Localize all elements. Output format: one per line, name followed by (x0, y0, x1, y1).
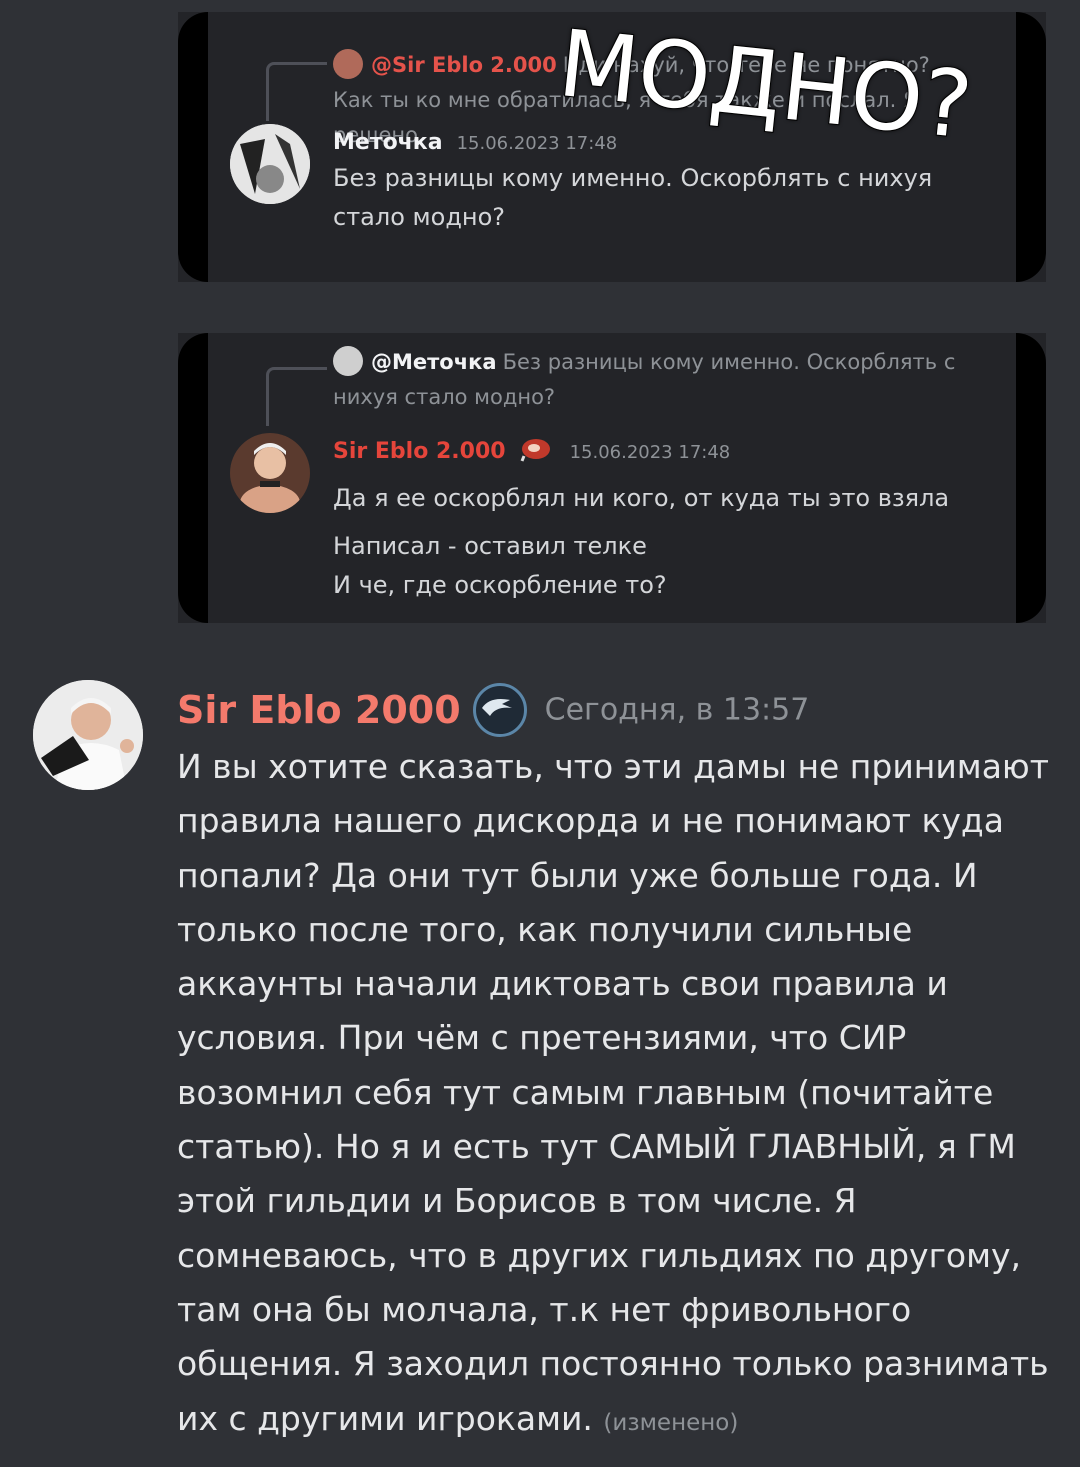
reply-username: @Меточка (371, 350, 497, 374)
reply-connector (266, 367, 327, 426)
reply-username: @Sir Eblo 2.000 (371, 53, 557, 77)
quoted-screenshot-2: @Меточка Без разницы кому именно. Оскорбл… (178, 333, 1046, 623)
message-line-1: Да я ее оскорблял ни кого, от куда ты эт… (333, 484, 950, 512)
edited-label: (изменено) (603, 1409, 739, 1436)
message-body: И вы хотите сказать, что эти дамы не при… (177, 740, 1057, 1450)
avatar[interactable] (33, 680, 143, 790)
author-name[interactable]: Sir Eblo 2000 (177, 688, 461, 732)
message-header: Sir Eblo 2.000 15.06.2023 17:48 (333, 436, 730, 468)
author-avatar (230, 433, 310, 513)
reply-connector (266, 62, 327, 121)
message-text: И вы хотите сказать, что эти дамы не при… (177, 747, 1049, 1438)
guild-badge-icon (472, 683, 527, 737)
author-name: Sir Eblo 2.000 (333, 439, 506, 464)
message-line-3: И че, где оскорбление то? (333, 571, 667, 599)
timestamp: Сегодня, в 13:57 (544, 692, 810, 728)
timestamp: 15.06.2023 17:48 (569, 442, 731, 463)
author-avatar (230, 124, 310, 204)
reply-avatar (333, 346, 363, 376)
reply-avatar (333, 49, 363, 79)
message-line-2: Написал - оставил телке (333, 532, 647, 560)
steak-icon (520, 436, 552, 468)
reply-preview: @Меточка Без разницы кому именно. Оскорбл… (333, 345, 976, 415)
message-header: Sir Eblo 2000 Сегодня, в 13:57 (177, 683, 809, 737)
author-name: Меточка (333, 130, 443, 155)
